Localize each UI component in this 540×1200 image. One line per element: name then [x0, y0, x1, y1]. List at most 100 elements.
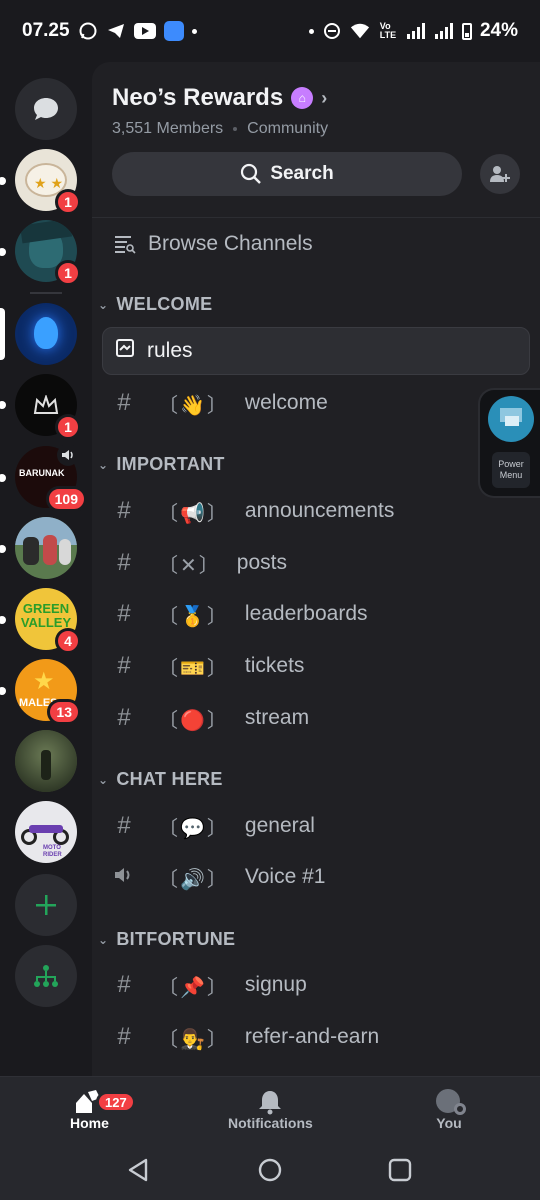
power-menu-overlay[interactable]: Power Menu [478, 388, 540, 498]
channel-posts[interactable]: # 〔✕〕 posts [102, 539, 530, 587]
privacy-dot [308, 28, 314, 34]
category-label: BITFORTUNE [116, 929, 236, 949]
server-avatar-text: GREEN VALLEY [20, 601, 72, 630]
add-server-button[interactable] [15, 874, 77, 936]
server-icon-5[interactable]: BARUNAK 109 [15, 444, 87, 512]
star-icon: ★ [33, 668, 55, 695]
server-icon-7[interactable]: GREEN VALLEY 4 [15, 588, 81, 654]
channel-emoji: 〔💬〕 [158, 817, 229, 840]
channel-announcements[interactable]: # 〔📢〕 announcements [102, 487, 530, 535]
chevron-down-icon: ⌄ [98, 932, 109, 947]
guild-title[interactable]: Neo’s Rewards ⌂ › [112, 84, 520, 112]
back-icon[interactable] [126, 1157, 152, 1183]
browse-channels-label: Browse Channels [148, 232, 313, 255]
category-bitfortune[interactable]: ⌄ BITFORTUNE [98, 929, 235, 950]
browse-list-icon [115, 236, 136, 254]
mention-badge: 13 [47, 699, 81, 725]
server-icon-neos-rewards[interactable] [15, 303, 77, 365]
guild-type: Community [247, 120, 329, 137]
channel-voice-1[interactable]: 〔🔊〕 Voice #1 [102, 853, 530, 901]
channel-label: general [244, 814, 315, 837]
category-label: CHAT HERE [116, 769, 223, 789]
channel-welcome[interactable]: # 〔👋〕 welcome [102, 379, 530, 427]
channel-emoji: 〔📢〕 [158, 502, 229, 525]
search-button[interactable]: Search [112, 152, 462, 196]
more-notifications-dot [191, 28, 197, 34]
server-icon-9[interactable] [15, 730, 77, 792]
hash-icon: # [117, 704, 131, 731]
server-icon-10[interactable]: MOTO RIDER [15, 801, 77, 863]
voice-speaker-icon [102, 863, 146, 891]
signal-icon-1 [406, 21, 426, 41]
nav-notifications[interactable]: Notifications [228, 1089, 313, 1131]
server-rail: ★ ★ 1 1 1 BARUNAK 109 GREEN VALLEY 4 ★ M… [0, 62, 92, 1076]
unread-indicator [0, 687, 6, 695]
hierarchy-icon [34, 965, 58, 987]
hash-icon: # [117, 652, 131, 679]
channel-label: leaderboards [244, 602, 368, 625]
chevron-down-icon: ⌄ [98, 772, 109, 787]
telegram-icon [106, 21, 126, 41]
category-chat-here[interactable]: ⌄ CHAT HERE [98, 769, 223, 790]
chevron-down-icon: ⌄ [98, 457, 109, 472]
channel-emoji: 〔📌〕 [158, 976, 229, 999]
nav-you[interactable]: You [434, 1089, 466, 1131]
battery-percent: 24% [479, 20, 518, 41]
server-icon-8[interactable]: ★ MALES 13 [15, 659, 81, 725]
category-label: IMPORTANT [116, 454, 225, 474]
channel-label: signup [244, 973, 307, 996]
add-user-icon [490, 166, 510, 182]
battery-icon [461, 22, 472, 40]
mention-badge: 1 [55, 189, 81, 215]
channel-leaderboards[interactable]: # 〔🥇〕 leaderboards [102, 590, 530, 638]
channel-general[interactable]: # 〔💬〕 general [102, 802, 530, 850]
signal-icon-2 [434, 21, 454, 41]
server-icon-6[interactable] [15, 517, 77, 579]
home-circle-icon[interactable] [257, 1157, 283, 1183]
volte-icon: Vo LTE [379, 21, 397, 40]
channel-rules[interactable]: rules [102, 327, 530, 375]
server-icon-4[interactable]: 1 [15, 374, 81, 440]
channel-panel: Neo’s Rewards ⌂ › 3,551 Members Communit… [92, 62, 540, 1076]
separator-dot [233, 127, 238, 131]
unread-indicator [0, 401, 6, 409]
server-icon-2[interactable]: 1 [15, 220, 81, 286]
channel-emoji: 〔👋〕 [158, 394, 229, 417]
server-avatar-text: BARUNAK [19, 468, 65, 478]
channel-label: stream [244, 706, 310, 729]
dnd-icon [322, 21, 342, 41]
power-menu-button[interactable]: Power Menu [492, 452, 530, 488]
channel-label: welcome [244, 391, 328, 414]
channel-emoji: 〔✕〕 [158, 554, 221, 577]
channel-label: announcements [244, 499, 395, 522]
chevron-down-icon: ⌄ [98, 297, 109, 312]
unread-indicator [0, 177, 6, 185]
category-important[interactable]: ⌄ IMPORTANT [98, 454, 225, 475]
discover-servers-button[interactable] [15, 945, 77, 1007]
invite-members-button[interactable] [480, 154, 520, 194]
nav-home[interactable]: 127 Home [70, 1089, 136, 1131]
channel-signup[interactable]: # 〔📌〕 signup [102, 961, 530, 1009]
channel-emoji: 〔👨‍⚖️〕 [158, 1028, 229, 1051]
channel-stream[interactable]: # 〔🔴〕 stream [102, 694, 530, 742]
hash-icon: # [117, 1023, 131, 1050]
crown-logo-icon [33, 395, 59, 414]
member-count: 3,551 Members [112, 120, 224, 137]
status-bar: 07.25 Vo LTE 24% [0, 0, 540, 62]
channel-label: posts [236, 551, 287, 574]
hash-icon: # [117, 497, 131, 524]
screen-overlay-icon[interactable] [488, 396, 534, 442]
recents-icon[interactable] [387, 1157, 413, 1183]
category-welcome[interactable]: ⌄ WELCOME [98, 294, 212, 315]
channel-tickets[interactable]: # 〔🎫〕 tickets [102, 642, 530, 690]
guild-name: Neo’s Rewards [112, 84, 284, 111]
profile-avatar [434, 1089, 466, 1115]
server-avatar-text: MOTO RIDER [43, 845, 62, 858]
channel-refer-and-earn[interactable]: # 〔👨‍⚖️〕 refer-and-earn [102, 1013, 530, 1061]
direct-messages-button[interactable] [15, 78, 77, 140]
server-icon-1[interactable]: ★ ★ 1 [15, 149, 81, 215]
guild-meta: 3,551 Members Community [112, 120, 520, 138]
youtube-icon [133, 23, 156, 39]
mention-badge: 1 [55, 260, 81, 286]
browse-channels-button[interactable]: Browse Channels [114, 232, 313, 256]
